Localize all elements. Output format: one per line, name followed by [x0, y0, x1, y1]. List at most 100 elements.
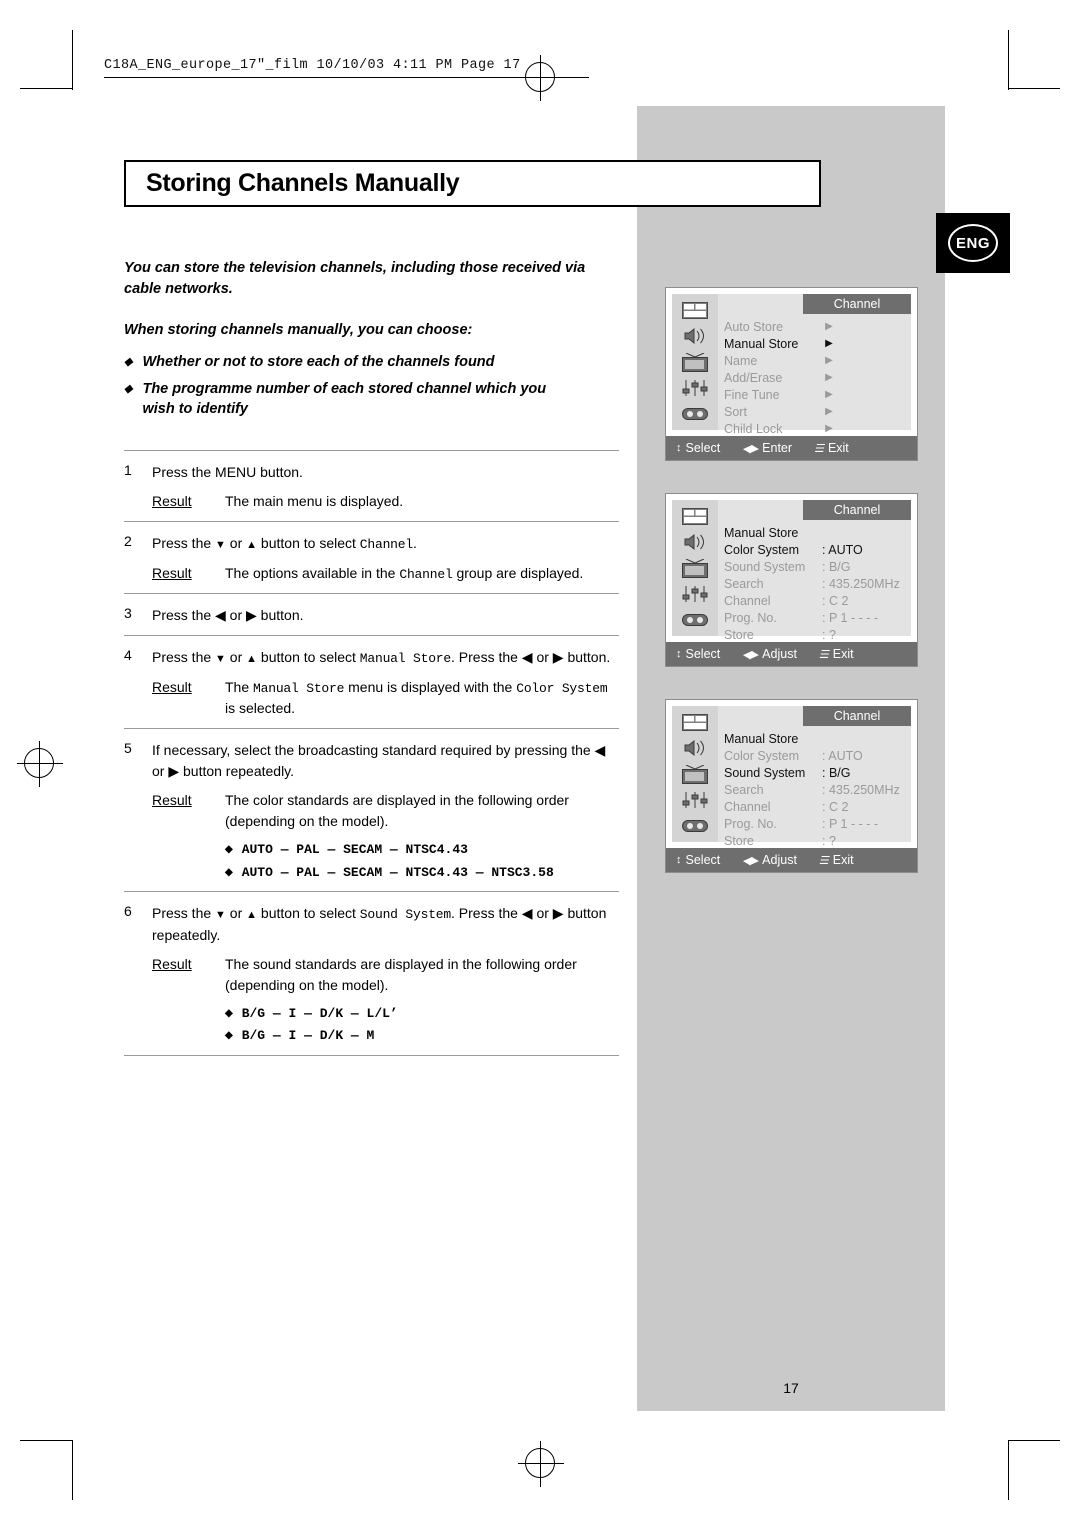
step-1: 1 Press the MENU button. Result The main…: [124, 451, 619, 521]
up-down-arrow-icon: ↕: [676, 648, 681, 660]
osd-row-label: Add/Erase: [724, 370, 783, 385]
osd-row-label: Search: [724, 782, 764, 797]
osd-tab-title: Channel: [803, 294, 911, 314]
osd-row[interactable]: Sort ▶: [724, 403, 909, 420]
osd-row-value: : AUTO: [822, 748, 863, 763]
osd-icon-column: [672, 500, 718, 636]
film-header-line: C18A_ENG_europe_17"_film 10/10/03 4:11 P…: [104, 58, 589, 78]
step-number: 2: [124, 533, 132, 549]
osd-footer-select[interactable]: ↕ Select: [676, 647, 720, 661]
osd-row[interactable]: Auto Store ▶: [724, 318, 909, 335]
osd-row[interactable]: Manual Store: [724, 730, 909, 747]
osd-row-value: : ?: [822, 833, 836, 848]
step-text: Press the MENU button.: [152, 464, 303, 480]
osd-menu-list: Manual Store Color System: AUTO Sound Sy…: [724, 524, 909, 643]
osd-row-label: Child Lock: [724, 421, 783, 436]
osd-row[interactable]: Channel: C 2: [724, 798, 909, 815]
step-number: 4: [124, 647, 132, 663]
osd-footer-select[interactable]: ↕ Select: [676, 441, 720, 455]
osd-row-label: Color System: [724, 748, 800, 763]
list-item: ◆ The programme number of each stored ch…: [124, 379, 654, 420]
registration-mark-bottom: [518, 1441, 564, 1487]
diamond-bullet-icon: ◆: [225, 844, 233, 855]
sound-icon: [680, 326, 710, 346]
osd-footer: ↕ Select ◀▶ Adjust ☰ Exit: [666, 848, 917, 872]
osd-row[interactable]: Prog. No.: P 1 - - - -: [724, 609, 909, 626]
osd-row[interactable]: Search: 435.250MHz: [724, 575, 909, 592]
osd-footer-exit[interactable]: ☰ Exit: [819, 647, 854, 661]
osd-row-selected[interactable]: Sound System: B/G: [724, 764, 909, 781]
list-item: ◆ B/G — I — D/K — L/L’: [225, 1004, 619, 1024]
osd-row-label: Channel: [724, 799, 771, 814]
osd-screen-1-body: Channel Auto Store ▶ Manual Store ▶ Name ▶ …: [666, 288, 917, 436]
page-title-box: Storing Channels Manually: [124, 160, 821, 207]
crop-mark-bottom-right: [1008, 1440, 1060, 1441]
osd-footer-enter[interactable]: ◀▶ Enter: [742, 441, 792, 455]
sound-standard-options: ◆ B/G — I — D/K — L/L’ ◆ B/G — I — D/K —…: [152, 1004, 619, 1046]
step-number: 6: [124, 903, 132, 919]
osd-row[interactable]: Sound System : B/G: [724, 558, 909, 575]
channel-icon: [680, 764, 710, 784]
step-5: 5 If necessary, select the broadcasting …: [124, 729, 619, 891]
osd-menu-list: Auto Store ▶ Manual Store ▶ Name ▶ Add/Eras…: [724, 318, 909, 437]
step-2: 2 Press the ▼ or ▲ button to select Chan…: [124, 522, 619, 593]
down-arrow-icon: ▼: [215, 539, 226, 551]
osd-row-value: : C 2: [822, 593, 849, 608]
sound-icon: [680, 738, 710, 758]
step-3: 3 Press the ◀ or ▶ button.: [124, 594, 619, 635]
registration-mark-left: [17, 741, 63, 787]
osd-row-label: Sound System: [724, 765, 806, 780]
osd-row-value: : P 1 - - - -: [822, 816, 879, 831]
language-badge: ENG: [936, 213, 1010, 273]
crop-mark-top-right: [1008, 88, 1060, 89]
osd-row[interactable]: Manual Store: [724, 524, 909, 541]
result-label: Result: [152, 955, 192, 972]
setup-sliders-icon: [680, 378, 710, 398]
osd-row[interactable]: Color System : AUTO: [724, 747, 909, 764]
osd-row[interactable]: Channel : C 2: [724, 592, 909, 609]
osd-row-label: Prog. No.: [724, 816, 777, 831]
osd-row-selected[interactable]: Manual Store ▶: [724, 335, 909, 352]
osd-footer-exit[interactable]: ☰ Exit: [819, 853, 854, 867]
osd-row-selected[interactable]: Color System: AUTO: [724, 541, 909, 558]
step-result: Result The Manual Store menu is displaye…: [152, 677, 619, 720]
osd-row-value: : 435.250MHz: [822, 576, 900, 591]
step-text-mono: Channel: [359, 537, 413, 552]
osd-row[interactable]: Store : ?: [724, 832, 909, 849]
intro-line-2: cable networks.: [124, 280, 233, 297]
left-right-arrow-icon: ◀▶: [742, 854, 758, 867]
osd-footer-adjust[interactable]: ◀▶ Adjust: [742, 853, 797, 867]
channel-icon: [680, 558, 710, 578]
osd-row-label: Manual Store: [724, 336, 799, 351]
osd-row-value: : B/G: [822, 559, 851, 574]
osd-footer-select[interactable]: ↕ Select: [676, 853, 720, 867]
list-item: ◆ AUTO — PAL — SECAM — NTSC4.43: [225, 840, 619, 860]
step-4: 4 Press the ▼ or ▲ button to select Manu…: [124, 636, 619, 728]
osd-row[interactable]: Fine Tune ▶: [724, 386, 909, 403]
osd-footer-label: Exit: [832, 853, 854, 867]
bullet-text: The programme number of each stored chan…: [142, 380, 547, 418]
osd-footer-adjust[interactable]: ◀▶ Adjust: [742, 647, 797, 661]
list-item: ◆ Whether or not to store each of the ch…: [124, 352, 654, 373]
step-text: Press the ▼ or ▲ button to select Manual…: [152, 649, 611, 666]
osd-row[interactable]: Add/Erase ▶: [724, 369, 909, 386]
osd-footer-label: Exit: [832, 647, 854, 661]
osd-row[interactable]: Prog. No. : P 1 - - - -: [724, 815, 909, 832]
osd-screen-2-body: Channel Manual Store Color System: AUTO …: [666, 494, 917, 642]
osd-row-label: Store: [724, 833, 754, 848]
osd-footer-exit[interactable]: ☰ Exit: [814, 441, 849, 455]
osd-row-label: Auto Store: [724, 319, 784, 334]
step-text: Press the ▼ or ▲ button to select Channe…: [152, 533, 619, 555]
osd-row[interactable]: Search: 435.250MHz: [724, 781, 909, 798]
osd-footer-label: Select: [685, 647, 721, 661]
step-text-end: .: [413, 535, 417, 551]
osd-row-label: Channel: [724, 593, 771, 608]
osd-row-label: Sound System: [724, 559, 806, 574]
osd-row-label: Name: [724, 353, 758, 368]
osd-row[interactable]: Child Lock ▶: [724, 420, 909, 437]
diamond-bullet-icon: ◆: [124, 356, 133, 368]
osd-row[interactable]: Name ▶: [724, 352, 909, 369]
crop-mark-bottom-left: [20, 1440, 72, 1441]
osd-row[interactable]: Store: ?: [724, 626, 909, 643]
result-text: The main menu is displayed.: [225, 493, 404, 509]
